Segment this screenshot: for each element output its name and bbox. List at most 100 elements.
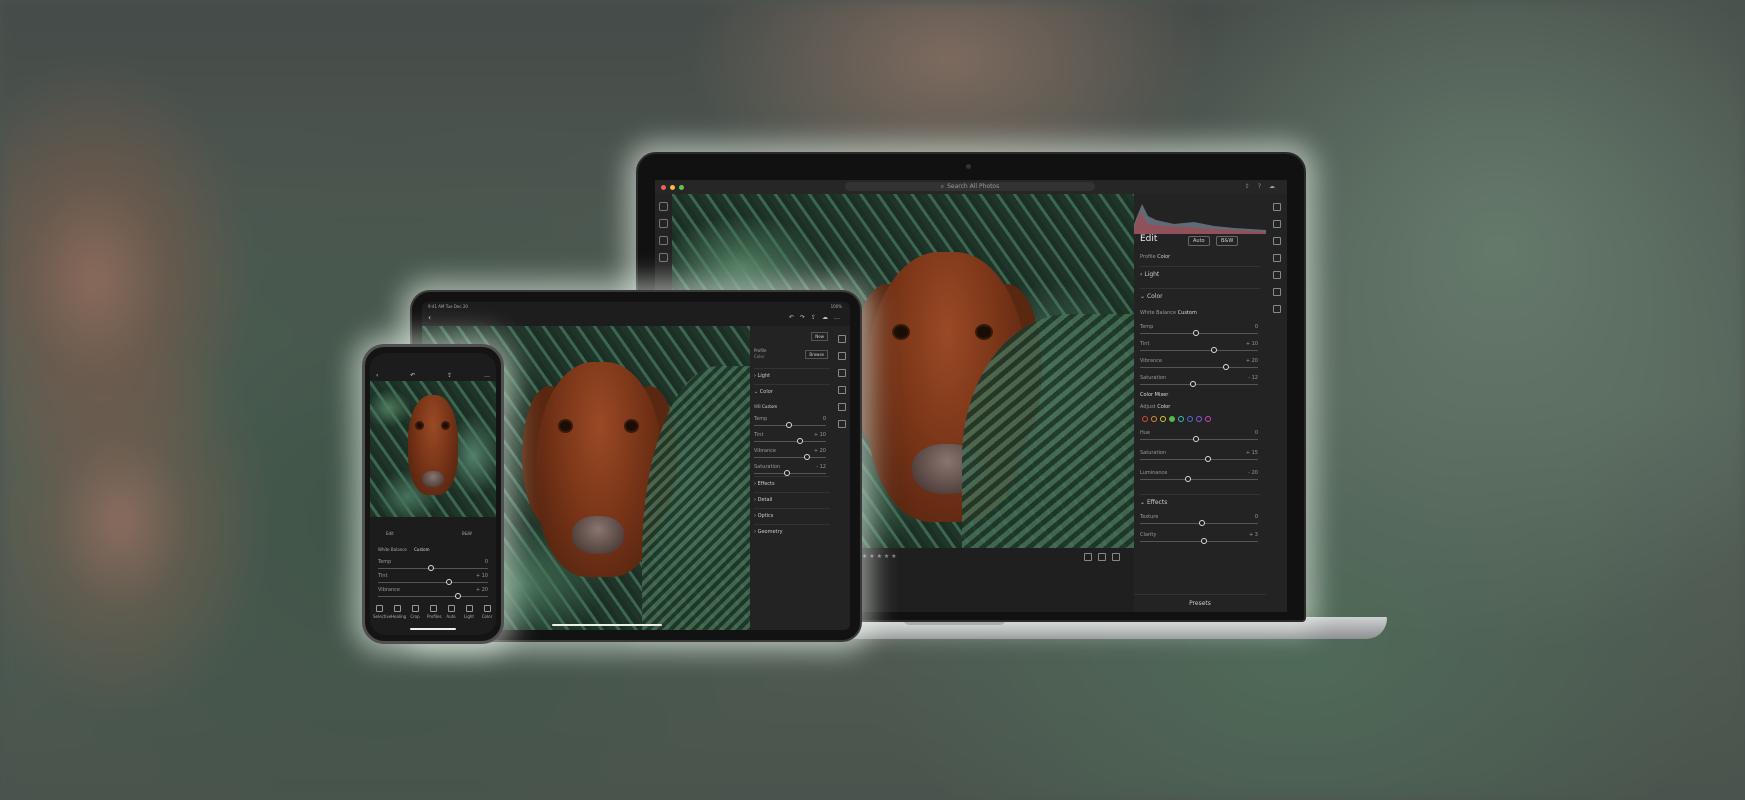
phone-back-icon[interactable]: ‹ [376, 372, 378, 379]
help-icon[interactable]: ? [1258, 183, 1261, 190]
share-icon[interactable]: ⇪ [1245, 183, 1250, 190]
people-icon[interactable] [659, 253, 668, 262]
tablet-brush-icon[interactable] [838, 386, 846, 394]
healing-icon[interactable] [1272, 237, 1281, 245]
tablet-redo-icon[interactable]: ↷ [800, 314, 805, 321]
tablet-slider-track[interactable] [754, 470, 826, 476]
tablet-slider-knob[interactable] [804, 454, 811, 460]
desktop-color-slider-knob[interactable] [1222, 364, 1229, 370]
minimize-window-button[interactable] [670, 184, 675, 190]
color-swatch[interactable] [1196, 416, 1202, 422]
phone-tool-button[interactable]: Healing [391, 605, 406, 619]
phone-undo-icon[interactable]: ↶ [410, 372, 415, 379]
color-swatch[interactable] [1205, 416, 1211, 422]
desktop-mixer-slider-track[interactable] [1140, 436, 1258, 442]
tablet-wb-dropdown[interactable]: Custom [762, 404, 777, 409]
phone-tool-button[interactable]: Light [463, 605, 475, 619]
linear-gradient-icon[interactable] [1272, 271, 1281, 279]
desktop-color-slider-track[interactable] [1140, 330, 1258, 336]
crop-icon[interactable] [1272, 220, 1281, 228]
brush-icon[interactable] [1272, 254, 1281, 262]
phone-tool-button[interactable]: Crop [409, 605, 421, 619]
tablet-section-header[interactable]: › Geometry [754, 524, 830, 539]
tablet-cloud-icon[interactable]: ☁ [822, 314, 828, 321]
desktop-effects-slider-track[interactable] [1140, 520, 1258, 526]
color-swatch[interactable] [1169, 416, 1175, 422]
tablet-section-header[interactable]: › Effects [754, 476, 830, 491]
white-balance-dropdown[interactable]: Custom [1178, 310, 1197, 316]
tablet-slider-knob[interactable] [797, 438, 804, 444]
tablet-edit-icon[interactable] [838, 335, 846, 343]
bw-button[interactable]: B&W [1216, 236, 1239, 246]
tablet-share-icon[interactable]: ⇪ [811, 314, 816, 321]
effects-section-header[interactable]: ⌄ Effects [1140, 494, 1260, 511]
auto-button[interactable]: Auto [1188, 236, 1210, 246]
phone-tool-button[interactable]: Profiles [427, 605, 442, 619]
tablet-section-header[interactable]: › Optics [754, 508, 830, 523]
desktop-color-slider-track[interactable] [1140, 347, 1258, 353]
light-section-header[interactable]: › Light [1140, 266, 1260, 283]
phone-slider-knob[interactable] [446, 579, 453, 585]
profile-dropdown[interactable]: Color [1157, 254, 1170, 260]
tablet-browse-button[interactable]: Browse [805, 350, 828, 359]
close-window-button[interactable] [661, 184, 666, 190]
tablet-back-icon[interactable]: ‹ [428, 313, 431, 322]
tablet-slider-track[interactable] [754, 422, 826, 428]
phone-bw-button[interactable]: B&W [462, 531, 472, 536]
color-swatch[interactable] [1178, 416, 1184, 422]
phone-share-icon[interactable]: ⇪ [447, 372, 452, 379]
tablet-slider-track[interactable] [754, 454, 826, 460]
desktop-mixer-slider-knob[interactable] [1193, 436, 1200, 442]
desktop-color-slider-knob[interactable] [1189, 381, 1196, 387]
cloud-icon[interactable]: ☁ [1269, 183, 1275, 190]
desktop-effects-slider-track[interactable] [1140, 538, 1258, 544]
phone-slider-track[interactable] [378, 579, 488, 585]
tablet-crop-icon[interactable] [838, 352, 846, 360]
tablet-section-header[interactable]: › Light [754, 368, 830, 383]
home-icon[interactable] [659, 219, 668, 228]
tablet-healing-icon[interactable] [838, 369, 846, 377]
desktop-color-slider-knob[interactable] [1210, 347, 1217, 353]
desktop-color-slider-track[interactable] [1140, 381, 1258, 387]
phone-slider-knob[interactable] [455, 593, 461, 599]
zoom-window-button[interactable] [679, 184, 684, 190]
phone-wb-dropdown[interactable]: Custom [414, 547, 429, 552]
desktop-mixer-slider-track[interactable] [1140, 456, 1258, 462]
desktop-mixer-slider-knob[interactable] [1204, 456, 1211, 462]
color-swatch[interactable] [1160, 416, 1166, 422]
desktop-effects-slider-knob[interactable] [1201, 538, 1208, 544]
desktop-color-slider-knob[interactable] [1193, 330, 1200, 336]
more-icon[interactable] [1272, 305, 1281, 313]
add-photos-icon[interactable] [659, 202, 668, 211]
tablet-slider-knob[interactable] [786, 422, 793, 428]
phone-tool-button[interactable]: Color [481, 605, 493, 619]
tablet-section-header[interactable]: › Detail [754, 492, 830, 507]
phone-slider-track[interactable] [378, 593, 488, 599]
view-single-icon[interactable] [1098, 553, 1106, 561]
color-swatch[interactable] [1142, 416, 1148, 422]
tablet-presets-icon[interactable] [838, 420, 846, 428]
edit-icon[interactable] [1272, 203, 1281, 211]
color-section-header[interactable]: ⌄ Color [1140, 288, 1260, 305]
desktop-effects-slider-knob[interactable] [1199, 520, 1205, 526]
color-swatch[interactable] [1151, 416, 1157, 422]
phone-slider-knob[interactable] [427, 565, 434, 571]
tablet-undo-icon[interactable]: ↶ [789, 314, 794, 321]
presets-button[interactable]: Presets [1134, 594, 1266, 612]
compare-icon[interactable] [1112, 553, 1120, 561]
color-swatch[interactable] [1187, 416, 1193, 422]
tablet-slider-track[interactable] [754, 438, 826, 444]
tablet-more-icon[interactable]: … [834, 314, 840, 321]
phone-more-icon[interactable]: … [484, 372, 490, 379]
desktop-mixer-slider-track[interactable] [1140, 476, 1258, 482]
search-bar[interactable]: ⌕ Search All Photos [845, 182, 1095, 191]
radial-gradient-icon[interactable] [1272, 288, 1281, 296]
desktop-mixer-slider-knob[interactable] [1184, 476, 1191, 482]
desktop-color-slider-track[interactable] [1140, 364, 1258, 370]
adjust-dropdown[interactable]: Color [1157, 404, 1170, 410]
phone-tool-button[interactable]: Auto [445, 605, 457, 619]
phone-slider-track[interactable] [378, 565, 488, 571]
library-icon[interactable] [659, 236, 668, 245]
tablet-new-button[interactable]: New [811, 332, 828, 341]
view-grid-icon[interactable] [1084, 553, 1092, 561]
